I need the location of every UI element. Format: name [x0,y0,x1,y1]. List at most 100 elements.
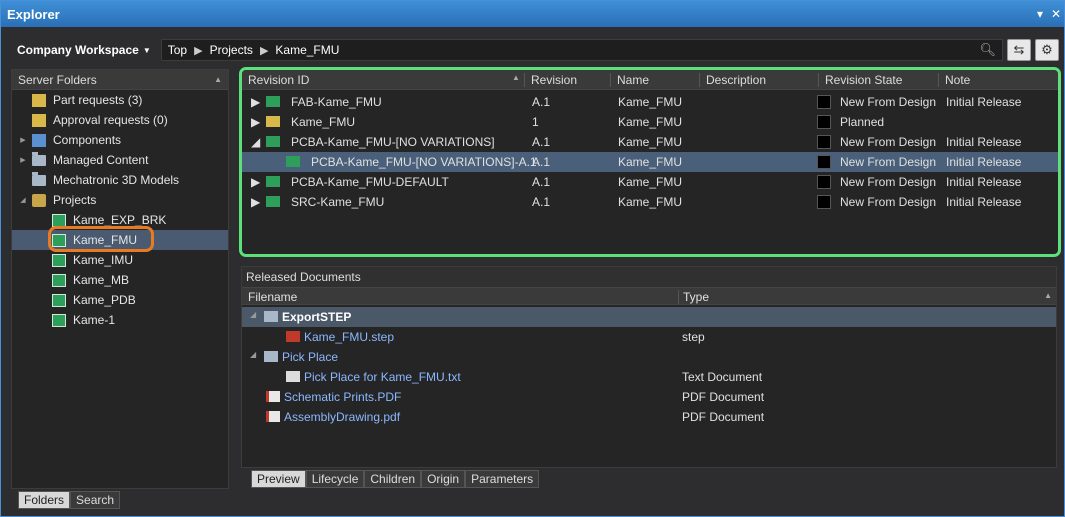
tree-item-label: Kame-1 [73,313,116,327]
tab-parameters[interactable]: Parameters [465,470,540,488]
document-filename[interactable]: Kame_FMU.step [304,330,394,344]
expander-icon[interactable]: ▶ [251,115,260,129]
expander-icon[interactable]: ◢ [251,135,260,149]
expander-icon[interactable]: ▶ [251,175,260,189]
expander-icon[interactable]: ▶ [251,195,260,209]
revision-row[interactable]: ◢ PCBA-Kame_FMU-[NO VARIATIONS] A.1 Kame_FM… [242,132,1058,152]
expander-icon[interactable]: ▶ [18,156,28,164]
title-bar: Explorer ▾ ✕ [1,1,1064,27]
tree-item[interactable]: ▶ Managed Content [12,150,228,170]
revisions-panel: Revision ID ▲ Revision Name Description … [239,67,1061,257]
document-row[interactable]: ◢ Pick Place [242,347,1056,367]
tab-search[interactable]: Search [70,491,121,509]
breadcrumb-separator-icon[interactable]: ▶ [260,44,268,57]
expander-icon[interactable]: ◢ [18,196,28,204]
collapse-icon[interactable]: ▲ [1044,291,1052,300]
state-color-swatch [817,135,831,149]
document-row[interactable]: ◢ ExportSTEP [242,307,1056,327]
tree-item[interactable]: Kame_MB [12,270,228,290]
tree-item[interactable]: Kame_IMU [12,250,228,270]
tree-item[interactable]: Approval requests (0) [12,110,228,130]
revision-name: Kame_FMU [618,135,683,149]
revision-name: Kame_FMU [618,195,683,209]
revision-id: SRC-Kame_FMU [291,195,385,209]
document-row[interactable]: AssemblyDrawing.pdf PDF Document [242,407,1056,427]
tree-item[interactable]: ◢ Projects [12,190,228,210]
workspace-dropdown[interactable]: Company Workspace ▼ [9,38,157,62]
step-file-icon [286,331,300,342]
tree-item[interactable]: ▶ Components [12,130,228,150]
revision-row[interactable]: ▶ SRC-Kame_FMU A.1 Kame_FMU New From Design I… [242,192,1058,212]
selection-highlight-ring [48,226,154,252]
expander-icon[interactable]: ◢ [250,350,256,359]
tab-lifecycle[interactable]: Lifecycle [305,470,365,488]
projects-icon [32,193,46,207]
pcba-icon [266,136,280,147]
col-description[interactable]: Description [699,73,766,87]
col-revision-id[interactable]: Revision ID [242,73,309,87]
breadcrumb-top[interactable]: Top [168,43,187,57]
col-name[interactable]: Name [610,73,649,87]
tab-children[interactable]: Children [364,470,422,488]
breadcrumb-projects[interactable]: Projects [210,43,253,57]
left-panel-tabs: Folders Search [18,491,121,509]
search-icon[interactable]: 🔍︎ [979,42,996,58]
document-filename[interactable]: AssemblyDrawing.pdf [284,410,400,424]
document-row[interactable]: Kame_FMU.step step [242,327,1056,347]
revision-row[interactable]: ▶ Kame_FMU 1 Kame_FMU Planned [242,112,1058,132]
expander-icon[interactable]: ▶ [18,136,28,144]
col-revision[interactable]: Revision [524,73,577,87]
sort-icon[interactable]: ▲ [512,73,520,82]
col-revision-state[interactable]: Revision State [818,73,902,87]
state-color-swatch [817,155,831,169]
tree-item-label: Components [53,133,122,147]
collapse-icon[interactable]: ▲ [214,75,222,84]
document-type: step [682,330,705,344]
revision-row[interactable]: ▶ PCBA-Kame_FMU-DEFAULT A.1 Kame_FMU New Fro… [242,172,1058,192]
revision-row[interactable]: PCBA-Kame_FMU-[NO VARIATIONS]-A.1 A.1 Kame… [242,152,1058,172]
tab-folders[interactable]: Folders [18,491,71,509]
folder-icon [32,171,46,186]
tree-item-label: Mechatronic 3D Models [53,173,180,187]
fab-icon [266,96,280,107]
revision-id: PCBA-Kame_FMU-[NO VARIATIONS]-A.1 [311,155,537,169]
document-filename[interactable]: Pick Place [282,350,338,364]
project-icon [52,253,66,267]
document-filename[interactable]: Schematic Prints.PDF [284,390,401,404]
tree-item[interactable]: Kame-1 [12,310,228,330]
revision-note: Initial Release [946,135,1022,149]
tree-item[interactable]: Part requests (3) [12,90,228,110]
components-icon [32,133,46,147]
document-filename[interactable]: Pick Place for Kame_FMU.txt [304,370,461,384]
col-type[interactable]: Type [678,290,709,304]
tab-preview[interactable]: Preview [251,470,306,488]
state-color-swatch [817,195,831,209]
settings-button[interactable]: ⚙ [1035,39,1059,61]
document-row[interactable]: Schematic Prints.PDF PDF Document [242,387,1056,407]
tree-item-label: Kame_MB [73,273,130,287]
tree-item-label: Kame_IMU [73,253,134,267]
revisions-header: Revision ID ▲ Revision Name Description … [242,70,1058,90]
pcba-icon [286,156,300,167]
document-row[interactable]: Pick Place for Kame_FMU.txt Text Document [242,367,1056,387]
pin-dropdown-icon[interactable]: ▾ [1032,7,1048,21]
expander-icon[interactable]: ◢ [250,310,256,319]
breadcrumb-current[interactable]: Kame_FMU [275,43,339,57]
refresh-button[interactable]: ⇆ [1007,39,1031,61]
document-type: PDF Document [682,390,765,404]
col-filename[interactable]: Filename [248,290,297,304]
expander-icon[interactable]: ▶ [251,95,260,109]
tree-item[interactable]: Mechatronic 3D Models [12,170,228,190]
revision-note: Initial Release [946,155,1022,169]
server-folders-panel: Server Folders ▲ Part requests (3) Approv… [11,69,229,489]
revision-row[interactable]: ▶ FAB-Kame_FMU A.1 Kame_FMU New From Design I… [242,92,1058,112]
revision-number: A.1 [532,135,551,149]
tree-item[interactable]: Kame_PDB [12,290,228,310]
document-filename[interactable]: ExportSTEP [282,310,351,324]
tree-item-label: Part requests (3) [53,93,143,107]
tab-origin[interactable]: Origin [421,470,466,488]
breadcrumb-separator-icon[interactable]: ▶ [194,44,202,57]
close-icon[interactable]: ✕ [1048,7,1064,21]
pdf-icon [266,411,280,422]
col-note[interactable]: Note [938,73,970,87]
